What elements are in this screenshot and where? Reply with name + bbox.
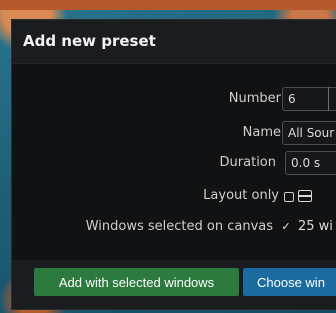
dialog-titlebar: Add new preset (12, 20, 336, 64)
add-preset-dialog: Add new preset Number 6 Name All Sour Du… (11, 19, 336, 310)
dialog-footer: Add with selected windows Choose win (12, 260, 336, 309)
number-stepper-divider (328, 87, 329, 111)
name-input[interactable]: All Sour (282, 121, 336, 145)
dialog-title: Add new preset (23, 32, 156, 50)
number-label: Number (228, 91, 281, 106)
duration-row: Duration 0.0 s (12, 151, 336, 175)
windows-selected-checkbox[interactable]: ✓ (280, 221, 292, 233)
windows-selected-label: Windows selected on canvas (85, 219, 273, 234)
layout-icon (298, 190, 312, 202)
layout-only-label: Layout only (203, 188, 279, 203)
duration-value: 0.0 s (291, 156, 321, 170)
layout-only-row: Layout only (12, 184, 336, 208)
windows-selected-count: 25 wi (298, 219, 333, 234)
layout-only-checkbox[interactable] (284, 192, 294, 202)
name-value: All Sour (288, 126, 335, 140)
duration-label: Duration (219, 155, 276, 170)
name-row: Name All Sour (12, 121, 336, 145)
duration-input[interactable]: 0.0 s (285, 151, 336, 175)
number-row: Number 6 (12, 87, 336, 111)
name-label: Name (242, 125, 281, 140)
choose-windows-button[interactable]: Choose win (243, 268, 336, 296)
windows-selected-row: Windows selected on canvas ✓ 25 wi (12, 215, 336, 239)
number-value: 6 (288, 92, 296, 106)
add-with-selected-windows-button[interactable]: Add with selected windows (34, 268, 239, 296)
